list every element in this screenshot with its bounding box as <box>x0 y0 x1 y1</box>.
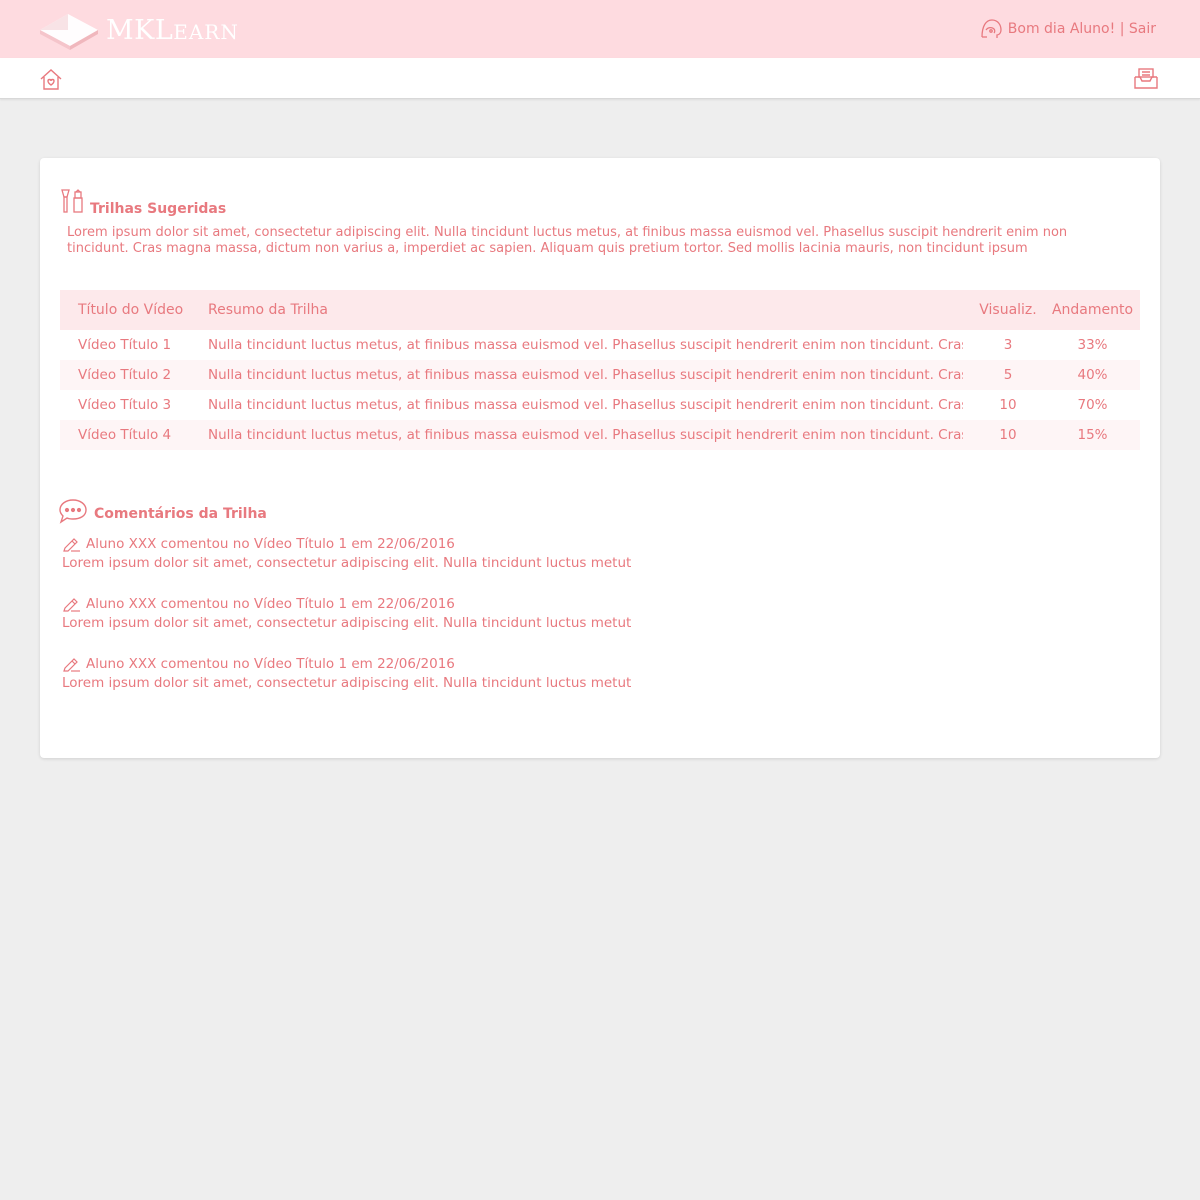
row-views: 10 <box>999 427 1017 443</box>
comment-header[interactable]: Aluno XXX comentou no Vídeo Título 1 em … <box>86 536 455 552</box>
row-progress: 40% <box>1077 367 1108 383</box>
row-views: 3 <box>1003 337 1013 353</box>
suggested-trails-title: Trilhas Sugeridas <box>90 201 227 217</box>
row-title[interactable]: Vídeo Título 1 <box>60 330 208 360</box>
user-greeting-area: Bom dia Aluno! | Sair <box>979 17 1156 41</box>
top-header: MKLEARN Bom dia Aluno! | Sair <box>0 0 1200 58</box>
row-summary: Nulla tincidunt luctus metus, at finibus… <box>208 367 963 383</box>
comment-item: Aluno XXX comentou no Vídeo Título 1 em … <box>62 594 762 632</box>
greeting-separator: | <box>1115 21 1129 37</box>
column-header-views[interactable]: Visualiz. <box>971 290 1045 330</box>
row-views: 5 <box>1003 367 1013 383</box>
table-row[interactable]: Vídeo Título 2 Nulla tincidunt luctus me… <box>60 360 1140 390</box>
diamond-logo-icon <box>40 14 98 50</box>
inbox-icon[interactable] <box>1133 67 1159 91</box>
comment-item: Aluno XXX comentou no Vídeo Título 1 em … <box>62 654 762 692</box>
logout-link[interactable]: Sair <box>1129 21 1156 37</box>
pencil-icon <box>62 596 81 612</box>
home-icon[interactable] <box>39 68 63 92</box>
pencil-icon <box>62 536 81 552</box>
user-head-icon[interactable] <box>979 18 1003 40</box>
comment-header[interactable]: Aluno XXX comentou no Vídeo Título 1 em … <box>86 656 455 672</box>
row-views: 10 <box>999 397 1017 413</box>
tools-icon <box>60 188 86 218</box>
comment-text: Lorem ipsum dolor sit amet, consectetur … <box>62 555 632 571</box>
table-row[interactable]: Vídeo Título 4 Nulla tincidunt luctus me… <box>60 420 1140 450</box>
comment-header[interactable]: Aluno XXX comentou no Vídeo Título 1 em … <box>86 596 455 612</box>
row-summary: Nulla tincidunt luctus metus, at finibus… <box>208 427 963 443</box>
row-progress: 33% <box>1077 337 1108 353</box>
row-summary: Nulla tincidunt luctus metus, at finibus… <box>208 397 963 413</box>
row-title[interactable]: Vídeo Título 2 <box>60 360 208 390</box>
row-summary: Nulla tincidunt luctus metus, at finibus… <box>208 337 963 353</box>
row-title[interactable]: Vídeo Título 3 <box>60 390 208 420</box>
comment-text: Lorem ipsum dolor sit amet, consectetur … <box>62 615 632 631</box>
trails-table: Título do Vídeo Resumo da Trilha Visuali… <box>60 290 1140 450</box>
column-header-progress[interactable]: Andamento <box>1045 290 1140 330</box>
column-header-title[interactable]: Título do Vídeo <box>60 290 208 330</box>
row-progress: 15% <box>1077 427 1108 443</box>
column-header-summary[interactable]: Resumo da Trilha <box>208 290 971 330</box>
comment-item: Aluno XXX comentou no Vídeo Título 1 em … <box>62 534 762 572</box>
row-progress: 70% <box>1077 397 1108 413</box>
comments-title: Comentários da Trilha <box>94 506 267 522</box>
content-card: Trilhas Sugeridas Lorem ipsum dolor sit … <box>40 158 1160 758</box>
greeting-text: Bom dia Aluno! <box>1007 21 1116 37</box>
suggested-trails-heading: Trilhas Sugeridas <box>60 188 226 218</box>
chat-bubble-icon <box>58 498 88 528</box>
comments-heading: Comentários da Trilha <box>58 498 267 528</box>
pencil-icon <box>62 656 81 672</box>
brand-name: MKLEARN <box>106 14 239 46</box>
table-row[interactable]: Vídeo Título 3 Nulla tincidunt luctus me… <box>60 390 1140 420</box>
row-title[interactable]: Vídeo Título 4 <box>60 420 208 450</box>
table-header-row: Título do Vídeo Resumo da Trilha Visuali… <box>60 290 1140 330</box>
suggested-trails-description: Lorem ipsum dolor sit amet, consectetur … <box>67 225 1068 256</box>
brand-logo[interactable]: MKLEARN <box>38 8 239 52</box>
nav-bar <box>0 58 1200 99</box>
comment-text: Lorem ipsum dolor sit amet, consectetur … <box>62 675 632 691</box>
table-row[interactable]: Vídeo Título 1 Nulla tincidunt luctus me… <box>60 330 1140 360</box>
